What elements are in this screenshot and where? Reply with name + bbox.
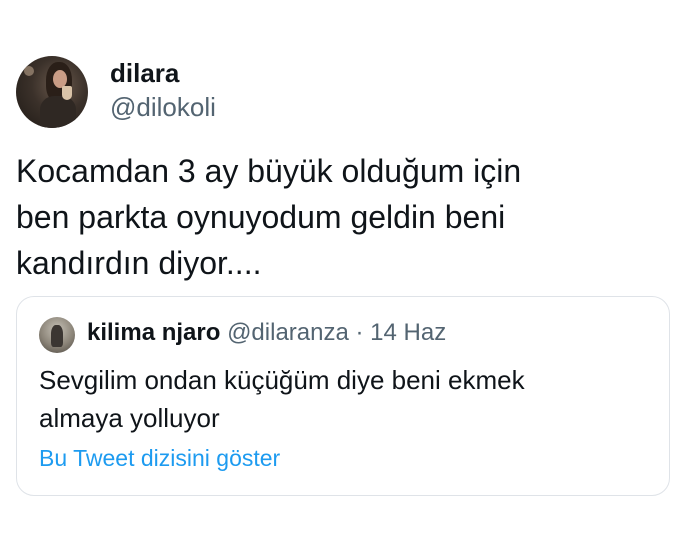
tweet-text-line: Kocamdan 3 ay büyük olduğum için [16, 153, 522, 189]
quoted-tweet-text: Sevgilim ondan küçüğüm diye beni ekmek a… [39, 361, 649, 437]
quoted-text-line: Sevgilim ondan küçüğüm diye beni ekmek [39, 365, 525, 395]
avatar-figure [51, 325, 63, 347]
show-thread-link[interactable]: Bu Tweet dizisini göster [39, 445, 280, 472]
author-name[interactable]: dilara [110, 58, 179, 89]
avatar-glass [62, 86, 72, 100]
author-avatar[interactable] [16, 56, 88, 128]
quoted-tweet-card[interactable]: kilima njaro @dilaranza · 14 Haz Sevgili… [16, 296, 670, 496]
avatar-background-light [24, 66, 34, 76]
avatar-shirt [40, 96, 76, 128]
quoted-tweet-header: kilima njaro @dilaranza · 14 Haz [87, 319, 446, 347]
quoted-author-handle[interactable]: @dilaranza [227, 319, 349, 346]
tweet: dilara @dilokoli Kocamdan 3 ay büyük old… [0, 0, 690, 556]
tweet-text-line: ben parkta oynuyodum geldin beni [16, 199, 506, 235]
quoted-author-name[interactable]: kilima njaro [87, 319, 220, 346]
quoted-author-avatar[interactable] [39, 317, 75, 353]
tweet-text-line: kandırdın diyor.... [16, 245, 262, 281]
author-handle[interactable]: @dilokoli [110, 92, 216, 123]
quoted-tweet-date[interactable]: 14 Haz [370, 319, 446, 346]
meta-separator: · [355, 319, 364, 346]
tweet-text: Kocamdan 3 ay büyük olduğum için ben par… [16, 148, 666, 286]
quoted-text-line: almaya yolluyor [39, 403, 220, 433]
